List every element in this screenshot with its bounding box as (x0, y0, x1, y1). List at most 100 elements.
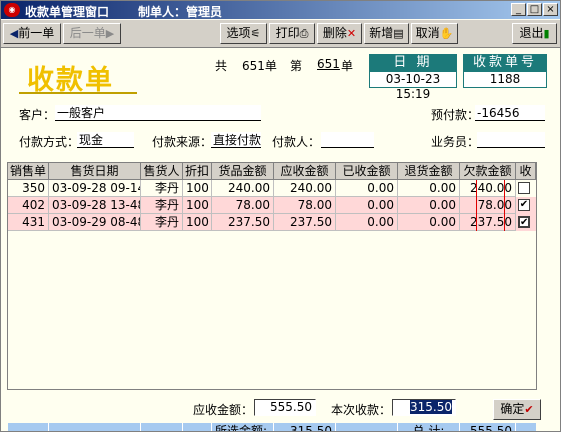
current-receipt-field[interactable]: 315.50 (392, 399, 456, 416)
add-button[interactable]: 新增▤ (364, 23, 409, 44)
cell-received: 0.00 (336, 180, 398, 197)
clerk-field[interactable] (477, 132, 545, 148)
collect-checkbox[interactable] (518, 182, 530, 194)
new-document-icon: ▤ (393, 27, 404, 40)
cell-discount: 100 (183, 180, 212, 197)
col-order[interactable]: 销售单 (8, 163, 49, 180)
table-row[interactable]: 350 03-09-28 09-14 李丹 100 240.00 240.00 … (8, 180, 536, 197)
cell-receivable: 78.00 (274, 197, 336, 214)
cell-seller: 李丹 (141, 214, 183, 231)
window-title: 收款单管理窗口 (25, 5, 110, 19)
total-prefix: 共 (215, 59, 228, 73)
collect-checkbox[interactable]: ✔ (518, 199, 530, 211)
maximize-button[interactable]: □ (527, 3, 542, 16)
title-bar: ◉ 收款单管理窗口 制单人：管理员 _ □ × (1, 1, 560, 19)
current-prefix: 第 (290, 59, 303, 73)
current-index[interactable]: 651 (317, 57, 340, 71)
confirm-button[interactable]: 确定✔ (493, 399, 541, 420)
col-collect[interactable]: 收 (516, 163, 536, 180)
cell-receivable: 237.50 (274, 214, 336, 231)
payer-label: 付款人： (272, 135, 321, 149)
exit-button[interactable]: 退出▮ (512, 23, 557, 44)
cell-owed: 237.50 (460, 214, 516, 231)
close-button[interactable]: × (543, 3, 558, 16)
content-area: 收款单 共 651单 第 651 单 日 期 03-10-23 15:19 收款… (1, 48, 560, 431)
total-value: 555.50 (460, 423, 516, 431)
app-icon: ◉ (4, 3, 20, 17)
col-date[interactable]: 售货日期 (49, 163, 141, 180)
cell-order: 402 (8, 197, 49, 214)
col-goods[interactable]: 货品金额 (212, 163, 274, 180)
options-icon: ⚟ (250, 27, 261, 40)
customer-field[interactable]: 一般客户 (55, 105, 261, 121)
prepay-field[interactable]: -16456 (475, 105, 545, 121)
date-value: 03-10-23 15:19 (369, 71, 457, 101)
exit-door-icon: ▮ (543, 27, 550, 40)
cancel-label: 取消 (415, 26, 440, 40)
next-button[interactable]: 后一单▶ (63, 23, 121, 44)
col-seller[interactable]: 售货人 (141, 163, 183, 180)
number-value: 1188 (463, 71, 547, 88)
cell-order: 350 (8, 180, 49, 197)
col-received[interactable]: 已收金额 (336, 163, 398, 180)
arrow-right-icon: ▶ (105, 27, 115, 40)
table-row[interactable]: 431 03-09-29 08-48 李丹 100 237.50 237.50 … (8, 214, 536, 231)
summary-spacer (141, 423, 183, 431)
minimize-button[interactable]: _ (511, 3, 526, 16)
summary-spacer (49, 423, 141, 431)
summary-spacer (336, 423, 398, 431)
check-mark-icon: ✔ (519, 199, 529, 210)
cell-date: 03-09-28 09-14 (49, 180, 141, 197)
toolbar: ◀前一单 后一单▶ 选项⚟ 打印⎙ 删除✕ 新增▤ 取消✋ 退出▮ (1, 20, 560, 48)
source-label: 付款来源： (152, 135, 213, 149)
print-button[interactable]: 打印⎙ (269, 23, 315, 44)
prev-button[interactable]: ◀前一单 (3, 23, 61, 44)
collect-checkbox[interactable]: ✔ (518, 216, 530, 228)
cell-returned: 0.00 (398, 197, 460, 214)
cell-returned: 0.00 (398, 214, 460, 231)
hand-icon: ✋ (439, 27, 454, 40)
cell-owed: 240.00 (460, 180, 516, 197)
date-header: 日 期 (369, 54, 457, 71)
grid-header: 销售单 售货日期 售货人 折扣 货品金额 应收金额 已收金额 退货金额 欠款金额… (8, 163, 536, 180)
cell-date: 03-09-29 08-48 (49, 214, 141, 231)
cell-goods: 240.00 (212, 180, 274, 197)
delete-button[interactable]: 删除✕ (317, 23, 362, 44)
table-row[interactable]: 402 03-09-28 13-48 李丹 100 78.00 78.00 0.… (8, 197, 536, 214)
current-suffix: 单 (341, 59, 354, 73)
col-returned[interactable]: 退货金额 (398, 163, 460, 180)
col-discount[interactable]: 折扣 (183, 163, 212, 180)
prev-label: 前一单 (18, 26, 55, 40)
prepay-label: 预付款： (431, 108, 480, 122)
check-mark-icon: ✔ (520, 217, 529, 228)
add-label: 新增 (369, 26, 394, 40)
cell-receivable: 240.00 (274, 180, 336, 197)
payer-field[interactable] (321, 132, 374, 148)
options-button[interactable]: 选项⚟ (220, 23, 267, 44)
pay-method-label: 付款方式： (19, 135, 80, 149)
selected-value: 315.50 (274, 423, 336, 431)
receivable-amount-field[interactable]: 555.50 (254, 399, 316, 416)
cell-received: 0.00 (336, 214, 398, 231)
exit-label: 退出 (519, 26, 544, 40)
pay-method-field[interactable]: 现金 (77, 132, 134, 148)
delete-label: 删除 (322, 26, 347, 40)
options-label: 选项 (226, 26, 251, 40)
printer-icon: ⎙ (299, 27, 309, 40)
current-receipt-value: 315.50 (410, 400, 452, 414)
cancel-button[interactable]: 取消✋ (411, 23, 458, 44)
cell-received: 0.00 (336, 197, 398, 214)
summary-row: 所选金额: 315.50 总 计: 555.50 (8, 423, 536, 431)
current-receipt-label: 本次收款： (331, 403, 392, 417)
cell-discount: 100 (183, 197, 212, 214)
customer-label: 客户： (19, 108, 56, 122)
col-receivable[interactable]: 应收金额 (274, 163, 336, 180)
cell-order: 431 (8, 214, 49, 231)
source-field[interactable]: 直接付款 (211, 132, 261, 148)
col-owed[interactable]: 欠款金额 (460, 163, 516, 180)
summary-spacer (183, 423, 212, 431)
receivable-label: 应收金额： (193, 403, 254, 417)
cell-owed: 78.00 (460, 197, 516, 214)
cell-goods: 237.50 (212, 214, 274, 231)
arrow-left-icon: ◀ (9, 27, 19, 40)
